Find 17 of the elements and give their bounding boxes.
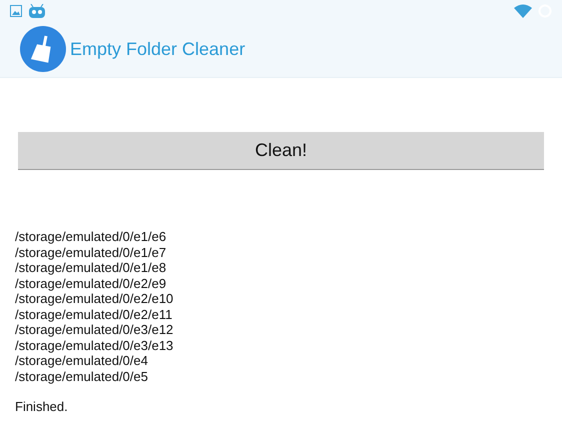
folder-path: /storage/emulated/0/e1/e6 [15, 229, 168, 244]
clean-button[interactable]: Clean! [18, 132, 544, 170]
status-message: Finished. [15, 399, 69, 414]
folder-path: /storage/emulated/0/e1/e7 [15, 244, 168, 260]
folder-path: /storage/emulated/0/e2/e9 [15, 276, 168, 291]
wifi-icon [514, 4, 532, 18]
robot-icon [28, 4, 46, 18]
folder-path: /storage/emulated/0/e1/e8 [15, 260, 168, 276]
folder-path: /storage/emulated/0/e2/e10 [15, 291, 174, 306]
folder-path: /storage/emulated/0/e3/e13 [15, 338, 174, 353]
folder-path: /storage/emulated/0/e2/e11 [15, 306, 174, 322]
image-icon [10, 5, 22, 17]
folder-path: /storage/emulated/0/e4 [15, 353, 149, 368]
app-title: Empty Folder Cleaner [70, 38, 246, 60]
folder-path: /storage/emulated/0/e5 [15, 368, 149, 384]
folder-path: /storage/emulated/0/e3/e12 [15, 322, 174, 338]
broom-icon [20, 26, 66, 72]
